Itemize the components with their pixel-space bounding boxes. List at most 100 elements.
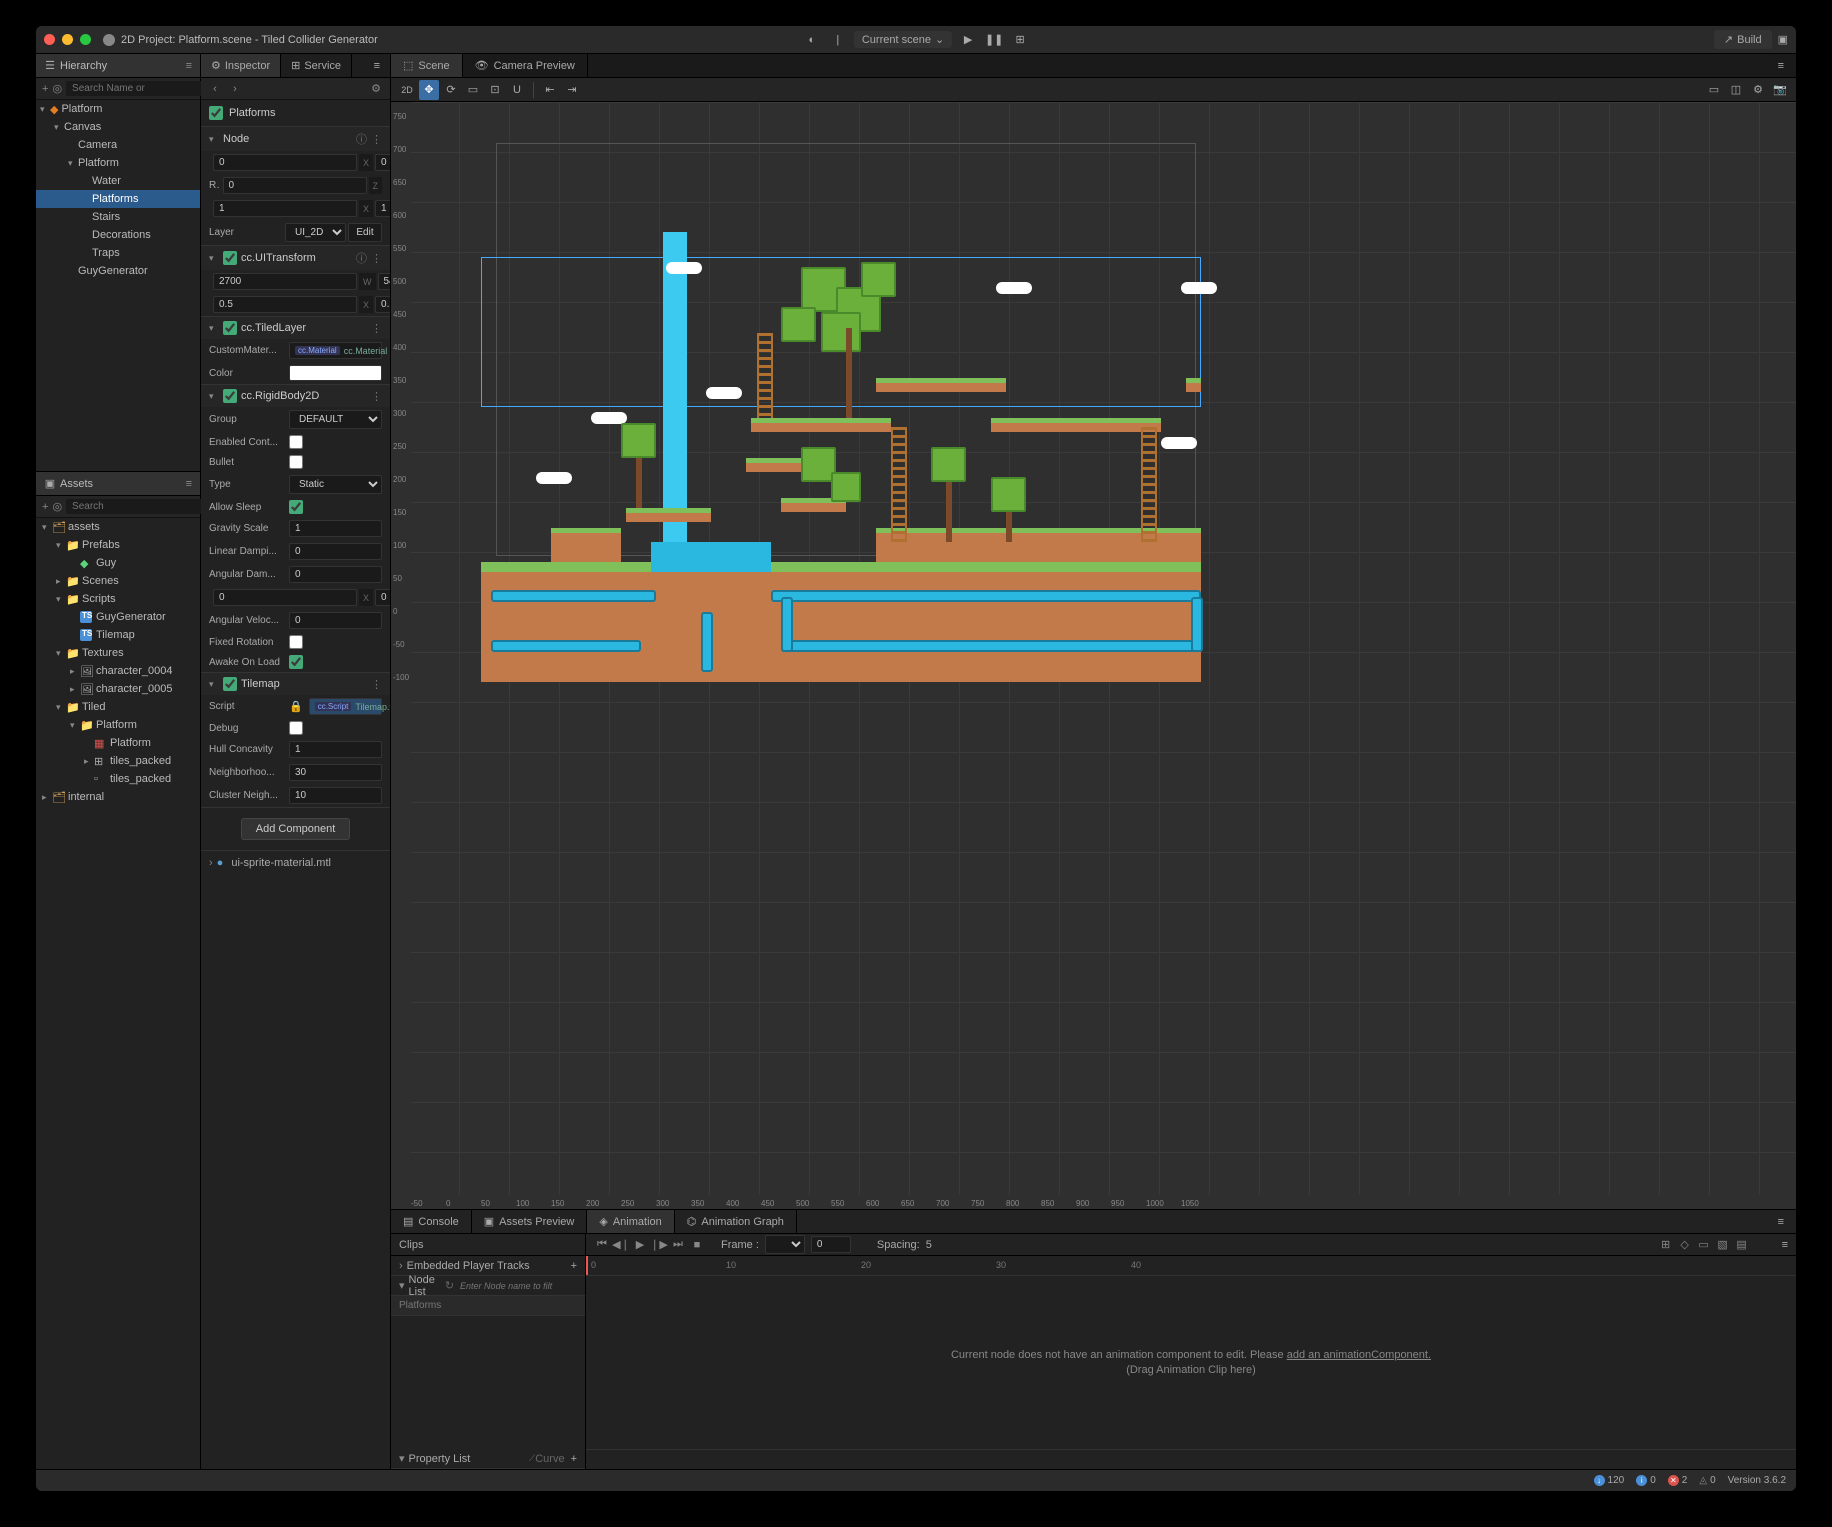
tree-item[interactable]: Stairs	[36, 208, 200, 226]
asset-item[interactable]: TSGuyGenerator	[36, 608, 200, 626]
asset-item[interactable]: ▸🖼character_0004	[36, 662, 200, 680]
view-tool-1[interactable]: ▭	[1704, 80, 1724, 100]
footer-asset[interactable]: ui-sprite-material.mtl	[231, 857, 331, 869]
anchor-tool[interactable]: ⊡	[485, 80, 505, 100]
gear-icon[interactable]: ⚙	[1748, 80, 1768, 100]
stop-button[interactable]: ■	[689, 1237, 705, 1253]
type-select[interactable]: Static	[289, 475, 382, 494]
help-icon[interactable]: ⓘ	[356, 131, 367, 147]
position-y-input[interactable]	[375, 154, 390, 171]
align-tool-1[interactable]: ⇤	[540, 80, 560, 100]
asset-item[interactable]: ▾📁Scripts	[36, 590, 200, 608]
node-section-header[interactable]: ▾ Node ⓘ ⋮	[201, 127, 390, 151]
tree-item[interactable]: Decorations	[36, 226, 200, 244]
view-tool-2[interactable]: ◫	[1726, 80, 1746, 100]
awake-on-load-checkbox[interactable]	[289, 655, 303, 669]
tilemap-enabled-checkbox[interactable]	[223, 677, 237, 691]
skip-forward-button[interactable]: ⏭	[670, 1237, 686, 1253]
group-select[interactable]: DEFAULT	[289, 410, 382, 429]
angular-damping-input[interactable]	[289, 566, 382, 583]
tool-icon-3[interactable]: ▤	[1734, 1237, 1750, 1253]
content-width-input[interactable]	[213, 273, 357, 290]
add-icon[interactable]: +	[571, 1453, 577, 1465]
frame-input[interactable]	[811, 1236, 851, 1253]
asset-item[interactable]: ▾📁Prefabs	[36, 536, 200, 554]
console-tab[interactable]: ▤Console	[391, 1210, 472, 1233]
hull-concavity-input[interactable]	[289, 741, 382, 758]
info-indicator[interactable]: i 0	[1636, 1475, 1656, 1486]
camera-preview-tab[interactable]: 👁 Camera Preview	[463, 54, 588, 77]
menu-icon[interactable]: ≡	[1782, 1239, 1788, 1251]
more-icon[interactable]: ⋮	[371, 252, 382, 265]
asset-item[interactable]: ▸⊞tiles_packed	[36, 752, 200, 770]
underline-tool[interactable]: U	[507, 80, 527, 100]
help-icon[interactable]: ⓘ	[356, 250, 367, 266]
neighborhood-input[interactable]	[289, 764, 382, 781]
refresh-tool[interactable]: ⟳	[441, 80, 461, 100]
inspector-tab[interactable]: ⚙ Inspector	[201, 54, 281, 77]
scale-y-input[interactable]	[375, 200, 390, 217]
rigidbody-enabled-checkbox[interactable]	[223, 389, 237, 403]
camera-icon[interactable]: 📷	[1770, 80, 1790, 100]
grid-icon[interactable]: ⊞	[1658, 1237, 1674, 1253]
animation-tab[interactable]: ◈Animation	[587, 1210, 674, 1233]
tiledlayer-enabled-checkbox[interactable]	[223, 321, 237, 335]
minimize-window-button[interactable]	[62, 34, 73, 45]
asset-item[interactable]: ▫tiles_packed	[36, 770, 200, 788]
step-forward-button[interactable]: ❘▶	[651, 1237, 667, 1253]
cluster-neigh-input[interactable]	[289, 787, 382, 804]
maximize-window-button[interactable]	[80, 34, 91, 45]
menu-icon[interactable]: ≡	[364, 54, 390, 77]
tiledlayer-header[interactable]: ▾ cc.TiledLayer ⋮	[201, 317, 390, 339]
enabled-contact-checkbox[interactable]	[289, 435, 303, 449]
tool-icon-2[interactable]: ▧	[1715, 1237, 1731, 1253]
back-button[interactable]: ‹	[207, 81, 223, 97]
anchor-y-input[interactable]	[375, 296, 390, 313]
forward-button[interactable]: ›	[227, 81, 243, 97]
bullet-checkbox[interactable]	[289, 455, 303, 469]
build-button[interactable]: ↗ Build	[1714, 30, 1772, 49]
asset-item[interactable]: ▾🗂assets	[36, 518, 200, 536]
asset-item[interactable]: ◆Guy	[36, 554, 200, 572]
add-component-button[interactable]: Add Component	[241, 818, 351, 840]
more-icon[interactable]: ⋮	[371, 133, 382, 146]
asset-item[interactable]: ▾📁Textures	[36, 644, 200, 662]
debug-checkbox[interactable]	[289, 721, 303, 735]
node-enabled-checkbox[interactable]	[209, 106, 223, 120]
tool-icon-1[interactable]: ▭	[1696, 1237, 1712, 1253]
more-icon[interactable]: ⋮	[371, 678, 382, 691]
color-picker[interactable]	[289, 365, 382, 381]
play-button[interactable]: ▶	[958, 30, 978, 50]
tree-item[interactable]: ▾Canvas	[36, 118, 200, 136]
menu-icon[interactable]: ≡	[186, 60, 192, 72]
add-component-link[interactable]: add an animationComponent.	[1287, 1349, 1431, 1361]
content-height-input[interactable]	[378, 273, 391, 290]
asset-item[interactable]: ▸🗂internal	[36, 788, 200, 806]
key-icon[interactable]: ◇	[1677, 1237, 1693, 1253]
skip-back-button[interactable]: ⏮	[594, 1237, 610, 1253]
animation-graph-tab[interactable]: ⌬Animation Graph	[675, 1210, 797, 1233]
tree-item[interactable]: Water	[36, 172, 200, 190]
angular-vel-input[interactable]	[289, 612, 382, 629]
tree-item[interactable]: Platforms	[36, 190, 200, 208]
error-indicator[interactable]: ✕ 2	[1668, 1475, 1688, 1486]
menu-icon[interactable]: ≡	[1766, 54, 1796, 77]
linear-vel-y-input[interactable]	[375, 589, 390, 606]
tree-item[interactable]: ▾Platform	[36, 154, 200, 172]
layer-edit-button[interactable]: Edit	[348, 223, 382, 242]
hierarchy-search-input[interactable]	[66, 81, 210, 96]
position-x-input[interactable]	[213, 154, 357, 171]
settings-icon[interactable]: ⚙	[368, 81, 384, 97]
rect-tool[interactable]: ▭	[463, 80, 483, 100]
uitransform-header[interactable]: ▾ cc.UITransform ⓘ ⋮	[201, 246, 390, 270]
anchor-x-input[interactable]	[213, 296, 357, 313]
assets-search-input[interactable]	[66, 499, 210, 514]
allow-sleep-checkbox[interactable]	[289, 500, 303, 514]
asset-item[interactable]: ▸📁Scenes	[36, 572, 200, 590]
scene-viewport[interactable]: 7507006506005505004504003503002502001501…	[391, 102, 1796, 1209]
add-button[interactable]: +	[42, 81, 48, 97]
close-window-button[interactable]	[44, 34, 55, 45]
node-filter-input[interactable]	[460, 1281, 577, 1291]
gravity-scale-input[interactable]	[289, 520, 382, 537]
tree-item[interactable]: GuyGenerator	[36, 262, 200, 280]
